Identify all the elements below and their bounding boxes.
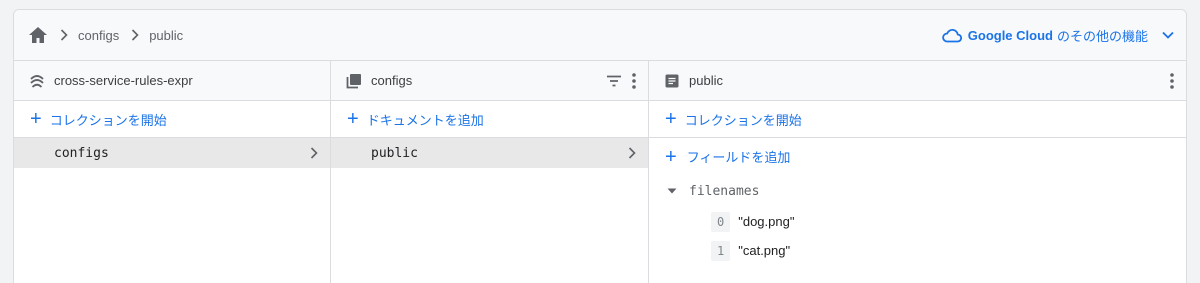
breadcrumb-bar: configs public Google Cloud のその他の機能 <box>14 10 1186 61</box>
list-item-public[interactable]: public <box>331 138 648 168</box>
start-subcollection-button[interactable]: + コレクションを開始 <box>649 101 1186 138</box>
chevron-right-icon <box>628 147 636 159</box>
collection-column-title: configs <box>371 73 413 88</box>
field-row-filenames: filenames <box>649 175 1186 207</box>
breadcrumb-item-configs[interactable]: configs <box>78 28 119 43</box>
start-collection-button[interactable]: + コレクションを開始 <box>14 101 330 138</box>
array-item[interactable]: 0 "dog.png" <box>649 207 1186 236</box>
add-document-button[interactable]: + ドキュメントを追加 <box>331 101 648 138</box>
collection-column: configs + ドキュメントを追加 public <box>331 61 649 283</box>
cloud-icon <box>941 28 962 43</box>
document-icon <box>663 72 681 90</box>
collection-icon <box>345 72 363 90</box>
plus-icon: + <box>665 145 677 168</box>
document-column-title: public <box>689 73 723 88</box>
chevron-right-icon <box>310 147 318 159</box>
array-value: "dog.png" <box>738 214 795 229</box>
root-column-header: cross-service-rules-expr <box>14 61 330 101</box>
google-cloud-more-features-button[interactable]: Google Cloud のその他の機能 <box>941 26 1174 45</box>
more-vert-icon[interactable] <box>1170 72 1174 89</box>
chevron-right-icon <box>131 29 139 41</box>
database-icon <box>28 72 46 90</box>
more-features-label: のその他の機能 <box>1056 28 1148 44</box>
add-field-label: フィールドを追加 <box>686 150 791 165</box>
plus-icon: + <box>30 108 42 130</box>
breadcrumb-item-public[interactable]: public <box>149 28 183 43</box>
array-item[interactable]: 1 "cat.png" <box>649 236 1186 265</box>
chevron-right-icon <box>60 29 68 41</box>
array-index: 0 <box>711 211 731 232</box>
breadcrumb: configs public <box>28 26 183 44</box>
array-index: 1 <box>711 240 731 261</box>
plus-icon: + <box>347 108 359 130</box>
array-value: "cat.png" <box>738 243 791 258</box>
start-collection-label: コレクションを開始 <box>49 112 167 128</box>
filter-icon[interactable] <box>606 75 622 87</box>
google-cloud-brand: Google Cloud <box>967 27 1053 43</box>
document-id: public <box>371 145 418 161</box>
add-field-button[interactable]: + フィールドを追加 <box>649 138 1186 175</box>
home-icon[interactable] <box>28 26 48 44</box>
chevron-down-icon <box>1162 31 1174 39</box>
firestore-data-panel: configs public Google Cloud のその他の機能 cros… <box>13 9 1187 283</box>
field-name[interactable]: filenames <box>689 184 759 199</box>
plus-icon: + <box>665 108 677 130</box>
root-column: cross-service-rules-expr + コレクションを開始 con… <box>14 61 331 283</box>
add-document-label: ドキュメントを追加 <box>366 112 484 128</box>
document-column-header: public <box>649 61 1186 101</box>
document-column: public + コレクションを開始 + フィールドを追加 filenames … <box>649 61 1186 283</box>
collection-name: configs <box>54 145 109 161</box>
caret-down-icon[interactable] <box>667 188 677 194</box>
list-item-configs[interactable]: configs <box>14 138 330 168</box>
start-subcollection-label: コレクションを開始 <box>684 112 802 128</box>
root-column-title: cross-service-rules-expr <box>54 73 193 88</box>
more-vert-icon[interactable] <box>632 72 636 89</box>
collection-column-header: configs <box>331 61 648 101</box>
